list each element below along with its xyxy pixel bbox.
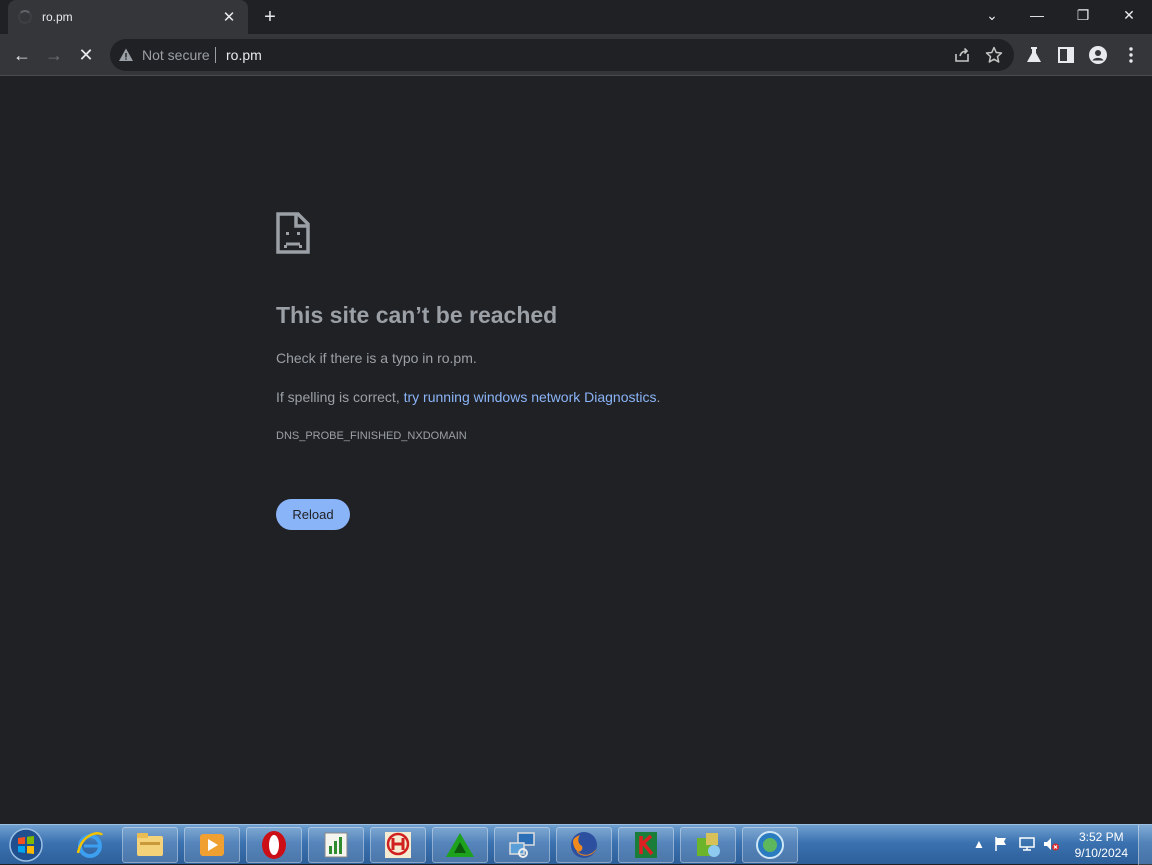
- title-bar: ro.pm ✕ + ⌄ — ❐ ✕: [0, 0, 1152, 34]
- minimize-button[interactable]: —: [1025, 4, 1049, 26]
- profile-icon[interactable]: [1088, 45, 1108, 65]
- network-tray-icon[interactable]: [1018, 835, 1036, 853]
- show-desktop-button[interactable]: [1138, 825, 1152, 865]
- windows-taskbar: ▲ 3:52 PM 9/10/2024: [0, 824, 1152, 865]
- start-orb-icon[interactable]: [4, 827, 48, 863]
- tab-ro-pm[interactable]: ro.pm ✕: [8, 0, 248, 34]
- taskbar-utility[interactable]: [680, 827, 736, 863]
- stop-loading-button[interactable]: ✕: [72, 41, 100, 69]
- volume-muted-icon[interactable]: [1042, 835, 1060, 853]
- show-hidden-icons-icon[interactable]: ▲: [970, 835, 988, 853]
- green-triangle-icon: [446, 833, 474, 857]
- error-typo-hint: Check if there is a typo in ro.pm.: [276, 350, 477, 366]
- not-secure-label[interactable]: Not secure: [142, 47, 210, 63]
- error-diagnostics-hint: If spelling is correct, try running wind…: [276, 389, 660, 405]
- bookmark-star-icon[interactable]: [984, 45, 1004, 65]
- error-code: DNS_PROBE_FINISHED_NXDOMAIN: [276, 430, 467, 442]
- taskbar-globe-app[interactable]: [742, 827, 798, 863]
- close-window-button[interactable]: ✕: [1117, 4, 1141, 26]
- clock-time: 3:52 PM: [1078, 830, 1124, 844]
- taskbar-opera[interactable]: [246, 827, 302, 863]
- browser-toolbar: ← → ✕ Not secure ro.pm: [0, 34, 1152, 76]
- diagnostics-suffix: .: [656, 389, 661, 405]
- utility-icon: [697, 833, 720, 857]
- side-panel-icon[interactable]: [1056, 45, 1076, 65]
- opera-icon: [262, 831, 286, 859]
- address-bar[interactable]: Not secure ro.pm: [110, 39, 1014, 71]
- taskbar-h-app[interactable]: [370, 827, 426, 863]
- taskbar-kaspersky[interactable]: [618, 827, 674, 863]
- clock-date: 9/10/2024: [1074, 846, 1128, 860]
- loading-spinner-icon: [18, 10, 32, 24]
- url-text[interactable]: ro.pm: [226, 47, 262, 63]
- labs-flask-icon[interactable]: [1024, 45, 1044, 65]
- network-app-icon: [509, 832, 535, 858]
- taskbar-firefox[interactable]: [556, 827, 612, 863]
- omnibox-separator: [215, 47, 216, 63]
- diagnostics-prefix: If spelling is correct,: [276, 389, 404, 405]
- notepad-chart-icon: [324, 832, 348, 858]
- explorer-icon: [137, 833, 163, 856]
- diagnostics-link[interactable]: try running windows network Diagnostics: [404, 389, 657, 405]
- taskbar-explorer[interactable]: [122, 827, 178, 863]
- firefox-icon: [571, 832, 597, 858]
- forward-button[interactable]: →: [40, 41, 68, 69]
- reload-button[interactable]: Reload: [276, 499, 350, 530]
- taskbar-network-app[interactable]: [494, 827, 550, 863]
- action-center-flag-icon[interactable]: [992, 835, 1010, 853]
- share-icon[interactable]: [952, 45, 972, 65]
- h-app-icon: [385, 832, 411, 858]
- taskbar-chart-app[interactable]: [308, 827, 364, 863]
- new-tab-button[interactable]: +: [258, 6, 282, 28]
- error-heading: This site can’t be reached: [276, 302, 558, 328]
- back-button[interactable]: ←: [8, 41, 36, 69]
- tab-close-icon[interactable]: ✕: [220, 8, 238, 26]
- kaspersky-icon: [635, 832, 657, 858]
- taskbar-media-player[interactable]: [184, 827, 240, 863]
- system-clock[interactable]: 3:52 PM 9/10/2024: [1075, 829, 1128, 861]
- warning-icon[interactable]: [118, 47, 134, 63]
- taskbar-green-app[interactable]: [432, 827, 488, 863]
- ie-icon: [76, 832, 104, 858]
- more-menu-icon[interactable]: [1121, 45, 1141, 65]
- globe-icon: [756, 831, 784, 859]
- tab-title: ro.pm: [42, 10, 73, 24]
- taskbar-ie[interactable]: [62, 827, 118, 863]
- sad-page-icon: [276, 212, 310, 254]
- media-player-icon: [200, 834, 224, 856]
- tab-search-button[interactable]: ⌄: [980, 4, 1004, 26]
- restore-button[interactable]: ❐: [1071, 4, 1095, 26]
